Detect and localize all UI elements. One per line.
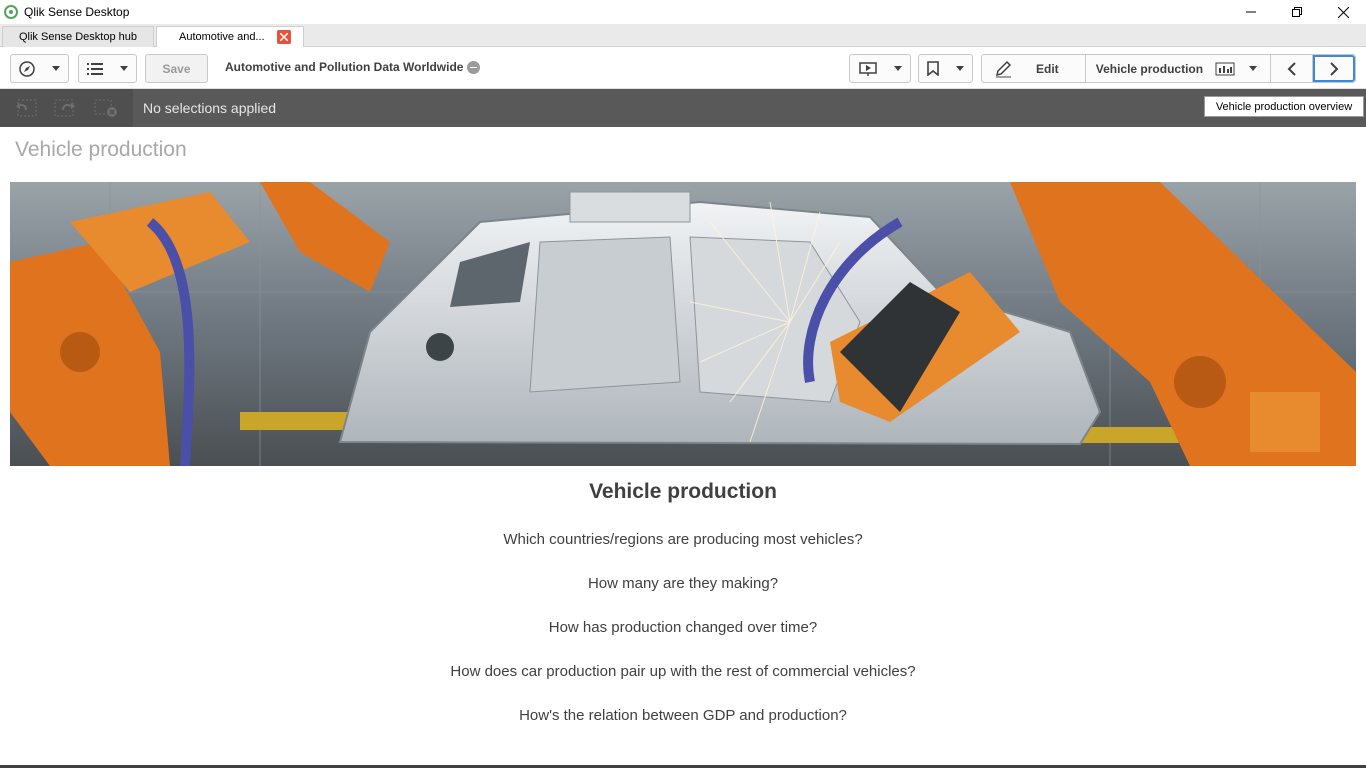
- tab-hub[interactable]: Qlik Sense Desktop hub: [2, 26, 154, 47]
- content-heading: Vehicle production: [589, 480, 777, 503]
- qlik-logo-icon: [4, 5, 18, 19]
- minimize-icon: [1246, 11, 1256, 13]
- selections-bar: No selections applied: [0, 89, 1366, 127]
- next-sheet-button[interactable]: [1313, 55, 1355, 82]
- restore-icon: [1292, 7, 1302, 17]
- app-title: Automotive and Pollution Data Worldwide: [225, 60, 481, 74]
- question-4: How does car production pair up with the…: [450, 663, 916, 680]
- restore-button[interactable]: [1274, 0, 1320, 24]
- selection-tools: [0, 89, 133, 127]
- selections-status: No selections applied: [143, 100, 277, 116]
- navigation-menu-button[interactable]: [10, 54, 69, 83]
- previous-sheet-button[interactable]: [1271, 55, 1314, 82]
- edit-label: Edit: [1036, 61, 1059, 76]
- sheet-selector-label: Vehicle production: [1095, 61, 1204, 76]
- step-back-icon[interactable]: [14, 98, 38, 118]
- sheet-title: Vehicle production: [15, 138, 187, 161]
- minimize-button[interactable]: [1228, 0, 1274, 24]
- tab-hub-label: Qlik Sense Desktop hub: [18, 31, 137, 43]
- window-title: Qlik Sense Desktop: [24, 5, 130, 19]
- window-titlebar: Qlik Sense Desktop: [0, 0, 1366, 24]
- question-2: How many are they making?: [587, 575, 779, 592]
- window-controls: [1228, 0, 1366, 24]
- tab-app-label: Automotive and...: [179, 31, 265, 43]
- chevron-down-icon: [119, 66, 128, 71]
- pencil-icon: [995, 60, 1012, 77]
- sheet-tooltip: Vehicle production overview: [1204, 96, 1364, 117]
- chevron-down-icon: [51, 66, 60, 71]
- robot-assembly-illustration: [10, 182, 1356, 466]
- bookmark-button[interactable]: [918, 54, 973, 83]
- step-forward-icon[interactable]: [53, 98, 77, 118]
- global-menu-button[interactable]: [78, 54, 137, 83]
- presentation-icon: [858, 61, 877, 76]
- close-window-button[interactable]: [1320, 0, 1366, 24]
- question-3: How has production changed over time?: [548, 619, 818, 636]
- close-icon: [280, 33, 288, 41]
- tab-app[interactable]: Automotive and...: [156, 26, 304, 47]
- factory-banner-image: [10, 182, 1356, 466]
- chevron-left-icon: [1287, 61, 1296, 76]
- app-title-text: Automotive and Pollution Data Worldwide: [225, 60, 464, 74]
- close-icon: [1337, 6, 1349, 18]
- chevron-down-icon: [955, 66, 964, 71]
- edit-button[interactable]: Edit: [982, 55, 1086, 82]
- sheet-controls: Edit Vehicle production: [981, 54, 1356, 83]
- story-button[interactable]: [849, 54, 911, 83]
- bookmark-icon: [927, 61, 940, 76]
- list-menu-icon: [87, 62, 104, 75]
- clear-selections-icon[interactable]: [93, 98, 119, 118]
- chevron-down-icon: [1249, 66, 1258, 71]
- question-1: Which countries/regions are producing mo…: [503, 531, 863, 548]
- chevron-right-icon: [1330, 61, 1339, 76]
- sheet-thumbnail-icon: [1215, 62, 1235, 75]
- chevron-down-icon: [893, 66, 902, 71]
- save-button[interactable]: Save: [145, 54, 208, 83]
- sheet-selector-button[interactable]: Vehicle production: [1086, 55, 1272, 82]
- app-info-icon[interactable]: [467, 60, 481, 74]
- tab-close-button[interactable]: [277, 30, 291, 44]
- app-toolbar: Save Automotive and Pollution Data World…: [0, 47, 1366, 89]
- question-5: How's the relation between GDP and produ…: [519, 707, 847, 724]
- tab-strip: Qlik Sense Desktop hub Automotive and...: [0, 24, 1366, 47]
- compass-icon: [19, 60, 35, 77]
